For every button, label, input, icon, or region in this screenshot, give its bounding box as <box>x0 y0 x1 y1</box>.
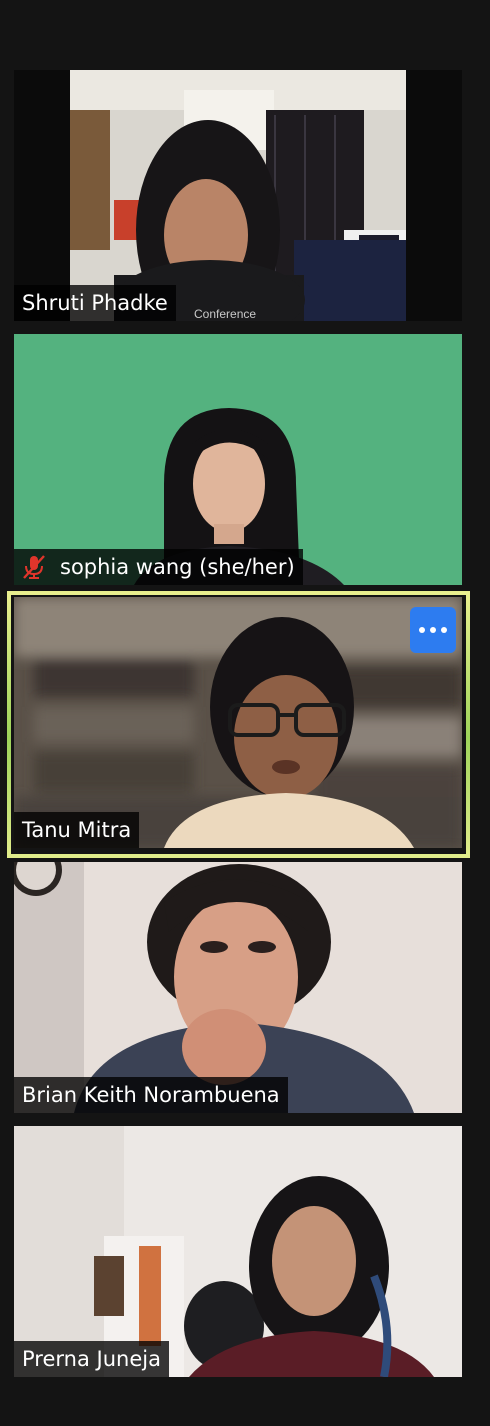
participant-name-tag: Tanu Mitra <box>14 812 140 848</box>
participant-name-tag: Shruti Phadke <box>14 285 176 321</box>
video-tile-shruti-phadke[interactable]: Conference Shruti Phadke <box>14 70 462 321</box>
video-feed <box>14 1126 462 1377</box>
video-feed: Conference <box>70 70 406 321</box>
video-tile-tanu-mitra[interactable]: Tanu Mitra <box>14 597 462 848</box>
participant-name: sophia wang (she/her) <box>60 555 295 579</box>
video-feed <box>14 334 462 585</box>
video-tile-prerna-juneja[interactable]: Prerna Juneja <box>14 1126 462 1377</box>
participant-name-tag: sophia wang (she/her) <box>14 549 303 585</box>
participant-name: Shruti Phadke <box>22 291 168 315</box>
video-tile-sophia-wang[interactable]: sophia wang (she/her) <box>14 334 462 585</box>
svg-text:Conference: Conference <box>194 307 256 321</box>
participant-name-tag: Brian Keith Norambuena <box>14 1077 288 1113</box>
video-feed <box>14 862 462 1113</box>
video-tile-brian-keith-norambuena[interactable]: Brian Keith Norambuena <box>14 862 462 1113</box>
participant-name-tag: Prerna Juneja <box>14 1341 169 1377</box>
more-options-icon[interactable] <box>410 607 456 653</box>
participant-name: Prerna Juneja <box>22 1347 161 1371</box>
participant-name: Brian Keith Norambuena <box>22 1083 280 1107</box>
participant-name: Tanu Mitra <box>22 818 132 842</box>
microphone-muted-icon <box>23 555 45 579</box>
video-feed <box>14 597 462 848</box>
